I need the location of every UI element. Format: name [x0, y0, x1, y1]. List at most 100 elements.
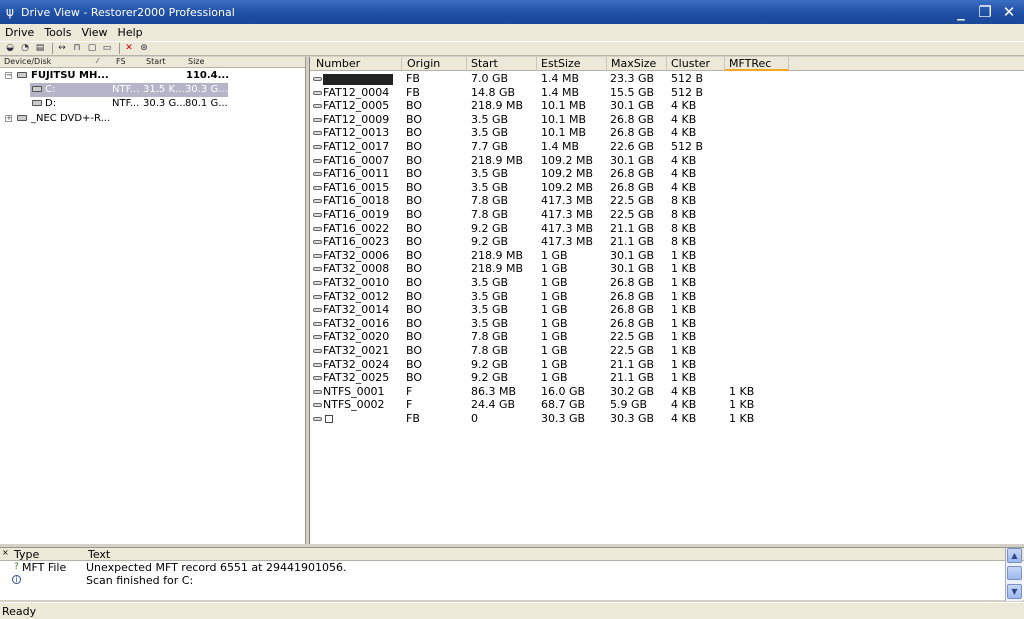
print-icon[interactable]: ▤ — [34, 43, 46, 54]
unlock-icon[interactable]: ⊓ — [71, 43, 83, 54]
table-row[interactable]: FAT12_0017 BO 7.7 GB 1.4 MB 22.6 GB 512 B — [310, 140, 1024, 154]
menu-help[interactable]: Help — [113, 26, 148, 39]
cell-text: FAT12_0017 — [323, 140, 390, 153]
cell-start: 9.2 GB — [471, 235, 508, 249]
cell-text: 26.8 GB — [610, 112, 655, 126]
table-row[interactable]: FAT12_0005 BO 218.9 MB 10.1 MB 30.1 GB 4 KB — [310, 99, 1024, 113]
cell-number: FAT32_0008 — [313, 262, 389, 276]
cell-maxsize: 26.8 GB — [610, 276, 654, 290]
scroll-down-icon[interactable]: ▼ — [1007, 584, 1022, 599]
table-row[interactable]: FAT32_0024 BO 9.2 GB 1 GB 21.1 GB 1 KB — [310, 358, 1024, 372]
scroll-up-icon[interactable]: ▲ — [1007, 548, 1022, 563]
checkbox[interactable] — [325, 415, 333, 423]
cell-origin: BO — [406, 290, 422, 304]
cell-text: 109.2 MB — [541, 167, 594, 181]
lock-icon[interactable]: ▢ — [86, 43, 98, 54]
tree-item-d[interactable]: D: NTF... 30.3 G... 80.1 G... — [30, 97, 228, 111]
scan-icon[interactable]: ◔ — [19, 43, 31, 54]
header-estsize[interactable]: EstSize — [537, 57, 607, 71]
header-origin[interactable]: Origin — [403, 57, 467, 71]
cell-text: 417.3 MB — [541, 194, 594, 208]
cell-cluster: 1 KB — [671, 371, 696, 385]
table-row[interactable]: FB 0 30.3 GB 30.3 GB 4 KB 1 KB — [310, 412, 1024, 426]
header-type[interactable]: Type — [14, 548, 39, 561]
menu-drive[interactable]: Drive — [0, 26, 39, 39]
table-row[interactable]: FAT16_0022 BO 9.2 GB 417.3 MB 21.1 GB 8 KB — [310, 222, 1024, 236]
table-row[interactable]: FAT32_0020 BO 7.8 GB 1 GB 22.5 GB 1 KB — [310, 330, 1024, 344]
table-row[interactable]: FAT16_0015 BO 3.5 GB 109.2 MB 26.8 GB 4 KB — [310, 181, 1024, 195]
cell-estsize: 1 GB — [541, 358, 568, 372]
cell-text: 22.6 GB — [610, 140, 655, 153]
table-row[interactable]: NTFS_0002 F 24.4 GB 68.7 GB 5.9 GB 4 KB 1 KB — [310, 398, 1024, 412]
disk-icon[interactable]: ▭ — [101, 43, 113, 54]
table-row[interactable]: FAT32_0014 BO 3.5 GB 1 GB 26.8 GB 1 KB — [310, 303, 1024, 317]
table-row[interactable]: FAT32_0025 BO 9.2 GB 1 GB 21.1 GB 1 KB — [310, 371, 1024, 385]
cell-text: 1 KB — [671, 316, 697, 330]
scroll-thumb[interactable] — [1007, 566, 1022, 580]
menu-view[interactable]: View — [76, 26, 112, 39]
collapse-icon[interactable]: − — [5, 72, 12, 79]
cell-origin: BO — [406, 344, 422, 358]
cell-estsize: 1 GB — [541, 344, 568, 358]
cell-estsize: 417.3 MB — [541, 222, 593, 236]
table-row[interactable]: FAT12_0013 BO 3.5 GB 10.1 MB 26.8 GB 4 KB — [310, 126, 1024, 140]
cell-number: FAT16_0007 — [313, 154, 389, 168]
table-row[interactable]: FAT32_0012 BO 3.5 GB 1 GB 26.8 GB 1 KB — [310, 290, 1024, 304]
table-row[interactable]: FAT32_0016 BO 3.5 GB 1 GB 26.8 GB 1 KB — [310, 317, 1024, 331]
table-row[interactable]: FAT16_0018 BO 7.8 GB 417.3 MB 22.5 GB 8 KB — [310, 194, 1024, 208]
table-row[interactable]: NTFS_0001 F 86.3 MB 16.0 GB 30.2 GB 4 KB 1 KB — [310, 385, 1024, 399]
cell-text: 22.5 GB — [610, 208, 655, 221]
stop-icon[interactable]: ✕ — [123, 43, 135, 54]
tree-item-size: 30.3 G... — [185, 84, 228, 95]
header-fs[interactable]: FS — [116, 57, 126, 66]
drive-icon — [17, 69, 27, 83]
table-row[interactable]: FAT16_0007 BO 218.9 MB 109.2 MB 30.1 GB 4 KB — [310, 154, 1024, 168]
table-row[interactable]: FAT16_0011 BO 3.5 GB 109.2 MB 26.8 GB 4 KB — [310, 167, 1024, 181]
header-mftrec[interactable]: MFTRec — [725, 57, 789, 71]
header-device-disk[interactable]: Device/Disk — [4, 57, 51, 66]
connect-icon[interactable]: ↔ — [56, 43, 68, 54]
table-row[interactable]: FAT12_0004 FB 14.8 GB 1.4 MB 15.5 GB 512 B — [310, 86, 1024, 100]
log-row[interactable]: i Scan finished for C: — [0, 574, 1024, 587]
tree-item-nec-dvd[interactable]: + _NEC DVD+-R... — [0, 112, 200, 126]
menu-tools[interactable]: Tools — [39, 26, 76, 39]
restore-button[interactable]: ❐ — [976, 3, 994, 21]
cell-origin: F — [406, 398, 412, 412]
header-maxsize[interactable]: MaxSize — [607, 57, 667, 71]
cell-text: FB — [406, 412, 420, 425]
header-text[interactable]: Text — [88, 548, 110, 561]
open-drive-icon[interactable]: ◒ — [4, 43, 16, 54]
cell-estsize: 109.2 MB — [541, 154, 593, 168]
cell-text: BO — [406, 344, 423, 357]
header-start[interactable]: Start — [146, 57, 166, 66]
table-row[interactable]: FAT32_0008 BO 218.9 MB 1 GB 30.1 GB 1 KB — [310, 262, 1024, 276]
table-row[interactable]: FAT32_0006 BO 218.9 MB 1 GB 30.1 GB 1 KB — [310, 249, 1024, 263]
header-start[interactable]: Start — [467, 57, 537, 71]
cell-text: 4 KB — [671, 412, 697, 425]
tree-item-c[interactable]: C: NTF... 31.5 K... 30.3 G... — [30, 83, 228, 97]
cell-start: 7.8 GB — [471, 194, 508, 208]
log-scrollbar[interactable]: ▲ ▼ — [1005, 548, 1022, 601]
cell-cluster: 8 KB — [671, 222, 696, 236]
cell-origin: FB — [406, 72, 420, 86]
table-row[interactable]: FAT32_0010 BO 3.5 GB 1 GB 26.8 GB 1 KB — [310, 276, 1024, 290]
header-number[interactable]: Number — [312, 57, 402, 71]
table-row[interactable]: FAT12_0009 BO 3.5 GB 10.1 MB 26.8 GB 4 KB — [310, 113, 1024, 127]
tree-item-fujitsu[interactable]: − FUJITSU MH... 110.4... — [0, 69, 230, 83]
close-pane-icon[interactable]: × — [2, 546, 9, 559]
header-cluster[interactable]: Cluster — [667, 57, 725, 71]
table-row[interactable]: FB 7.0 GB 1.4 MB 23.3 GB 512 B — [310, 72, 1024, 86]
cell-text: 0 — [471, 412, 478, 425]
close-button[interactable]: ✕ — [1000, 3, 1018, 21]
table-row[interactable]: FAT32_0021 BO 7.8 GB 1 GB 22.5 GB 1 KB — [310, 344, 1024, 358]
header-size[interactable]: Size — [188, 57, 204, 66]
cell-text: 1 KB — [671, 303, 697, 317]
table-row[interactable]: FAT16_0023 BO 9.2 GB 417.3 MB 21.1 GB 8 KB — [310, 235, 1024, 249]
minimize-button[interactable]: _ — [952, 3, 970, 21]
cell-text: 512 B — [671, 140, 704, 153]
expand-icon[interactable]: + — [5, 115, 12, 122]
cell-text: BO — [406, 371, 423, 385]
log-row[interactable]: ? MFT File Unexpected MFT record 6551 at… — [0, 561, 1024, 574]
table-row[interactable]: FAT16_0019 BO 7.8 GB 417.3 MB 22.5 GB 8 KB — [310, 208, 1024, 222]
settings-icon[interactable]: ⊛ — [138, 43, 150, 54]
